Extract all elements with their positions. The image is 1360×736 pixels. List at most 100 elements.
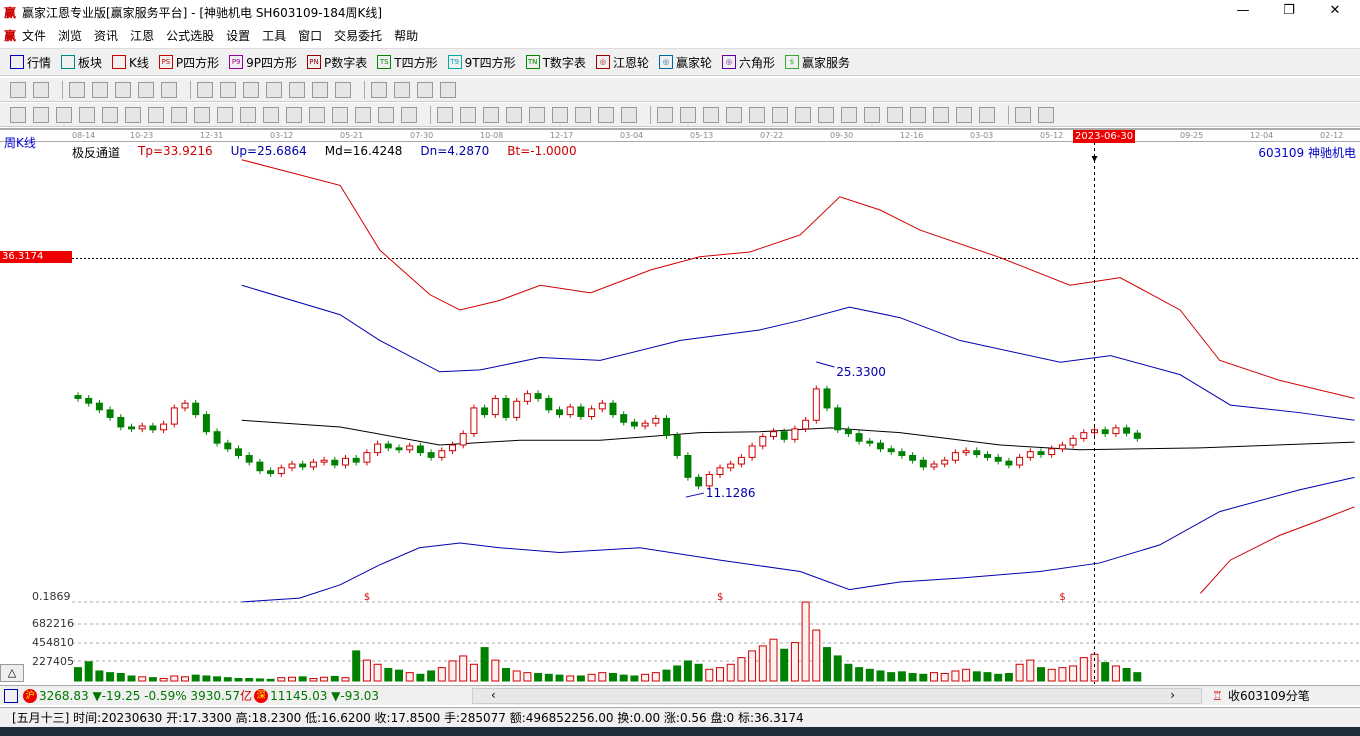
tool-icon[interactable] (217, 106, 233, 123)
menu-trade[interactable]: 交易委托 (334, 27, 382, 44)
tool-icon[interactable] (266, 81, 282, 98)
tool-icon[interactable] (726, 106, 742, 123)
toolbar-button[interactable]: TN T数字表 (525, 54, 586, 71)
tool-icon[interactable] (394, 81, 410, 98)
menu-help[interactable]: 帮助 (394, 27, 418, 44)
toolbar-button[interactable]: TS T四方形 (377, 54, 438, 71)
tool-icon[interactable] (10, 106, 26, 123)
tool-icon[interactable] (1038, 106, 1054, 123)
volume-bar (951, 670, 960, 682)
menu-window[interactable]: 窗口 (298, 27, 322, 44)
tool-icon[interactable] (703, 106, 719, 123)
tool-icon[interactable] (286, 106, 302, 123)
tool-icon[interactable] (289, 81, 305, 98)
menu-gann[interactable]: 江恩 (130, 27, 154, 44)
tool-icon[interactable] (138, 81, 154, 98)
tick-detail-link[interactable]: 收603109分笔 (1228, 687, 1310, 704)
tool-icon[interactable] (220, 81, 236, 98)
menu-browse[interactable]: 浏览 (58, 27, 82, 44)
tool-icon[interactable] (680, 106, 696, 123)
tool-icon[interactable] (1015, 106, 1031, 123)
ticker-scrollbar[interactable]: ‹ › (472, 688, 1202, 704)
minimize-button[interactable]: — (1220, 0, 1266, 24)
tool-icon[interactable] (910, 106, 926, 123)
toolbar-button[interactable]: K线 (112, 54, 149, 71)
tool-icon[interactable] (575, 106, 591, 123)
tool-icon[interactable] (148, 106, 164, 123)
menu-tools[interactable]: 工具 (262, 27, 286, 44)
tool-icon[interactable] (355, 106, 371, 123)
tool-icon[interactable] (240, 106, 256, 123)
menu-file[interactable]: 文件 (22, 27, 46, 44)
toolbar-button[interactable]: $ 赢家服务 (784, 54, 850, 71)
expand-panel-button[interactable]: △ (0, 664, 24, 682)
tool-icon[interactable] (841, 106, 857, 123)
price-chart[interactable]: 25.3300 11.1286 $ $ $ (0, 128, 1360, 684)
tool-icon[interactable] (657, 106, 673, 123)
tool-icon[interactable] (243, 81, 259, 98)
tool-icon[interactable] (312, 81, 328, 98)
toolbar-button[interactable]: 板块 (61, 54, 102, 71)
tool-icon[interactable] (506, 106, 522, 123)
tool-icon[interactable] (335, 81, 351, 98)
tool-icon[interactable] (115, 81, 131, 98)
tool-icon[interactable] (460, 106, 476, 123)
toolbar-button[interactable]: ◎ 六角形 (721, 54, 775, 71)
tool-icon[interactable] (956, 106, 972, 123)
maximize-button[interactable]: ❐ (1266, 0, 1312, 24)
tool-icon[interactable] (437, 106, 453, 123)
tool-icon[interactable] (598, 106, 614, 123)
tool-icon[interactable] (529, 106, 545, 123)
close-button[interactable]: ✕ (1312, 0, 1358, 24)
toolbar-button[interactable]: PS P四方形 (158, 54, 219, 71)
tool-icon[interactable] (401, 106, 417, 123)
grid-icon[interactable] (4, 688, 18, 703)
tool-icon[interactable] (194, 106, 210, 123)
tool-icon[interactable] (795, 106, 811, 123)
tool-icon[interactable] (125, 106, 141, 123)
tool-icon[interactable] (10, 81, 26, 98)
menu-settings[interactable]: 设置 (226, 27, 250, 44)
menu-info[interactable]: 资讯 (94, 27, 118, 44)
tool-icon[interactable] (332, 106, 348, 123)
tool-icon[interactable] (979, 106, 995, 123)
tool-icon[interactable] (417, 81, 433, 98)
candle-body (673, 435, 681, 456)
tool-icon[interactable] (79, 106, 95, 123)
tool-icon[interactable] (92, 81, 108, 98)
tool-icon[interactable] (749, 106, 765, 123)
tool-icon[interactable] (483, 106, 499, 123)
toolbar-button[interactable]: T9 9T四方形 (447, 54, 516, 71)
tool-icon[interactable] (309, 106, 325, 123)
tool-icon[interactable] (197, 81, 213, 98)
scroll-left-icon[interactable]: ‹ (491, 688, 496, 702)
volume-bar (245, 677, 254, 682)
scroll-right-icon[interactable]: › (1170, 688, 1175, 702)
tool-icon[interactable] (772, 106, 788, 123)
tool-icon[interactable] (56, 106, 72, 123)
tool-icon[interactable] (818, 106, 834, 123)
toolbar-button[interactable]: ◎ 赢家轮 (658, 54, 712, 71)
tool-icon[interactable] (621, 106, 637, 123)
tool-icon[interactable] (864, 106, 880, 123)
tool-icon[interactable] (552, 106, 568, 123)
tool-icon[interactable] (887, 106, 903, 123)
volume-bar (213, 676, 222, 682)
toolbar-icon: $ (784, 55, 799, 69)
tool-icon[interactable] (933, 106, 949, 123)
toolbar-button[interactable]: ◎ 江恩轮 (595, 54, 649, 71)
menu-formula[interactable]: 公式选股 (166, 27, 214, 44)
tool-icon[interactable] (69, 81, 85, 98)
tool-icon[interactable] (161, 81, 177, 98)
tool-icon[interactable] (378, 106, 394, 123)
tool-icon[interactable] (171, 106, 187, 123)
tool-icon[interactable] (440, 81, 456, 98)
toolbar-button[interactable]: P9 9P四方形 (229, 54, 297, 71)
toolbar-button[interactable]: PN P数字表 (307, 54, 367, 71)
tool-icon[interactable] (102, 106, 118, 123)
toolbar-button[interactable]: 行情 (10, 54, 51, 71)
tool-icon[interactable] (33, 106, 49, 123)
tool-icon[interactable] (33, 81, 49, 98)
tool-icon[interactable] (263, 106, 279, 123)
tool-icon[interactable] (371, 81, 387, 98)
